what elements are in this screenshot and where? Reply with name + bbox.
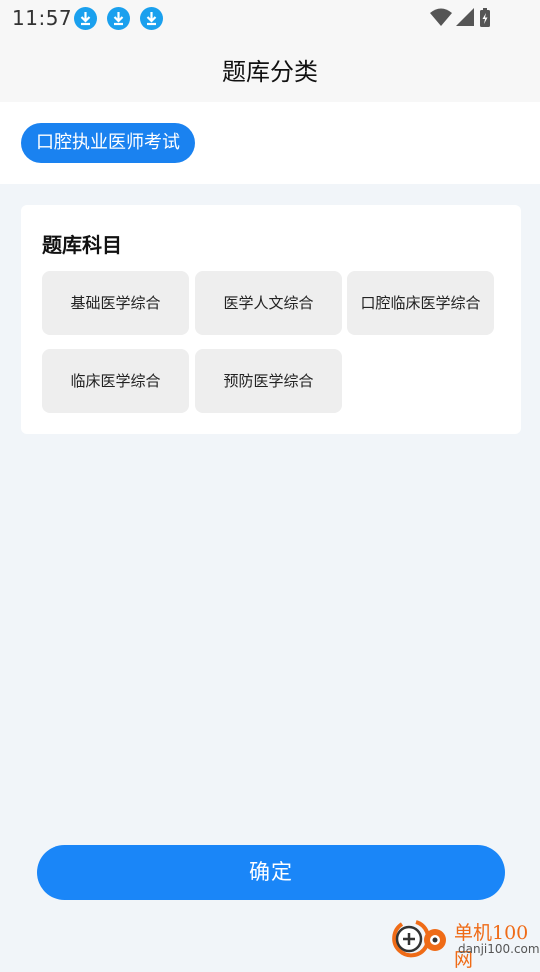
category-bar: 口腔执业医师考试 [0, 102, 540, 184]
status-time: 11:57 [12, 6, 73, 30]
system-status-icons [430, 8, 490, 27]
battery-charging-icon [480, 8, 490, 27]
watermark-domain: danji100.com [458, 942, 540, 956]
page-title: 题库分类 [222, 58, 318, 86]
watermark: 单机100网 danji100.com [388, 914, 540, 971]
subject-item[interactable]: 基础医学综合 [42, 271, 189, 335]
category-chip-selected[interactable]: 口腔执业医师考试 [21, 123, 195, 163]
wifi-icon [430, 8, 452, 26]
header: 题库分类 [0, 36, 540, 102]
subject-item[interactable]: 医学人文综合 [195, 271, 342, 335]
subject-card-title: 题库科目 [42, 233, 122, 257]
subject-item[interactable]: 临床医学综合 [42, 349, 189, 413]
status-bar: 11:57 [0, 0, 540, 36]
download-icon [140, 7, 163, 30]
subject-item[interactable]: 预防医学综合 [195, 349, 342, 413]
watermark-logo-icon [392, 920, 446, 958]
subject-card: 题库科目 基础医学综合 医学人文综合 口腔临床医学综合 临床医学综合 预防医学综… [21, 205, 521, 434]
confirm-button[interactable]: 确定 [37, 845, 505, 900]
signal-icon [456, 8, 474, 26]
download-icon [74, 7, 97, 30]
download-icon [107, 7, 130, 30]
subject-item[interactable]: 口腔临床医学综合 [347, 271, 494, 335]
